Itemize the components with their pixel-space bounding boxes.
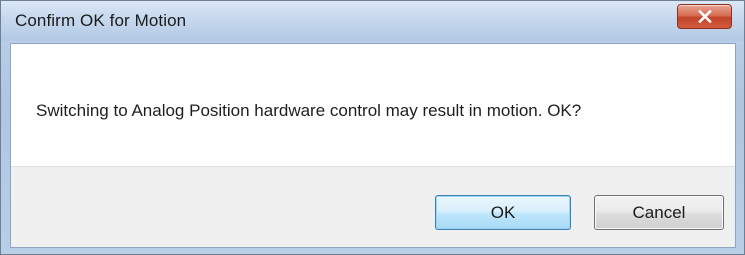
ok-button[interactable]: OK <box>435 195 571 230</box>
dialog-content: Switching to Analog Position hardware co… <box>10 43 736 248</box>
window-title: Confirm OK for Motion <box>15 11 187 30</box>
cancel-button[interactable]: Cancel <box>594 195 724 230</box>
message-text: Switching to Analog Position hardware co… <box>36 101 582 120</box>
dialog-window: Confirm OK for Motion Switching to Analo… <box>0 0 745 255</box>
button-area: OK Cancel <box>11 166 735 247</box>
title-bar[interactable]: Confirm OK for Motion <box>1 1 744 41</box>
close-icon <box>698 10 712 23</box>
close-button[interactable] <box>677 4 732 29</box>
